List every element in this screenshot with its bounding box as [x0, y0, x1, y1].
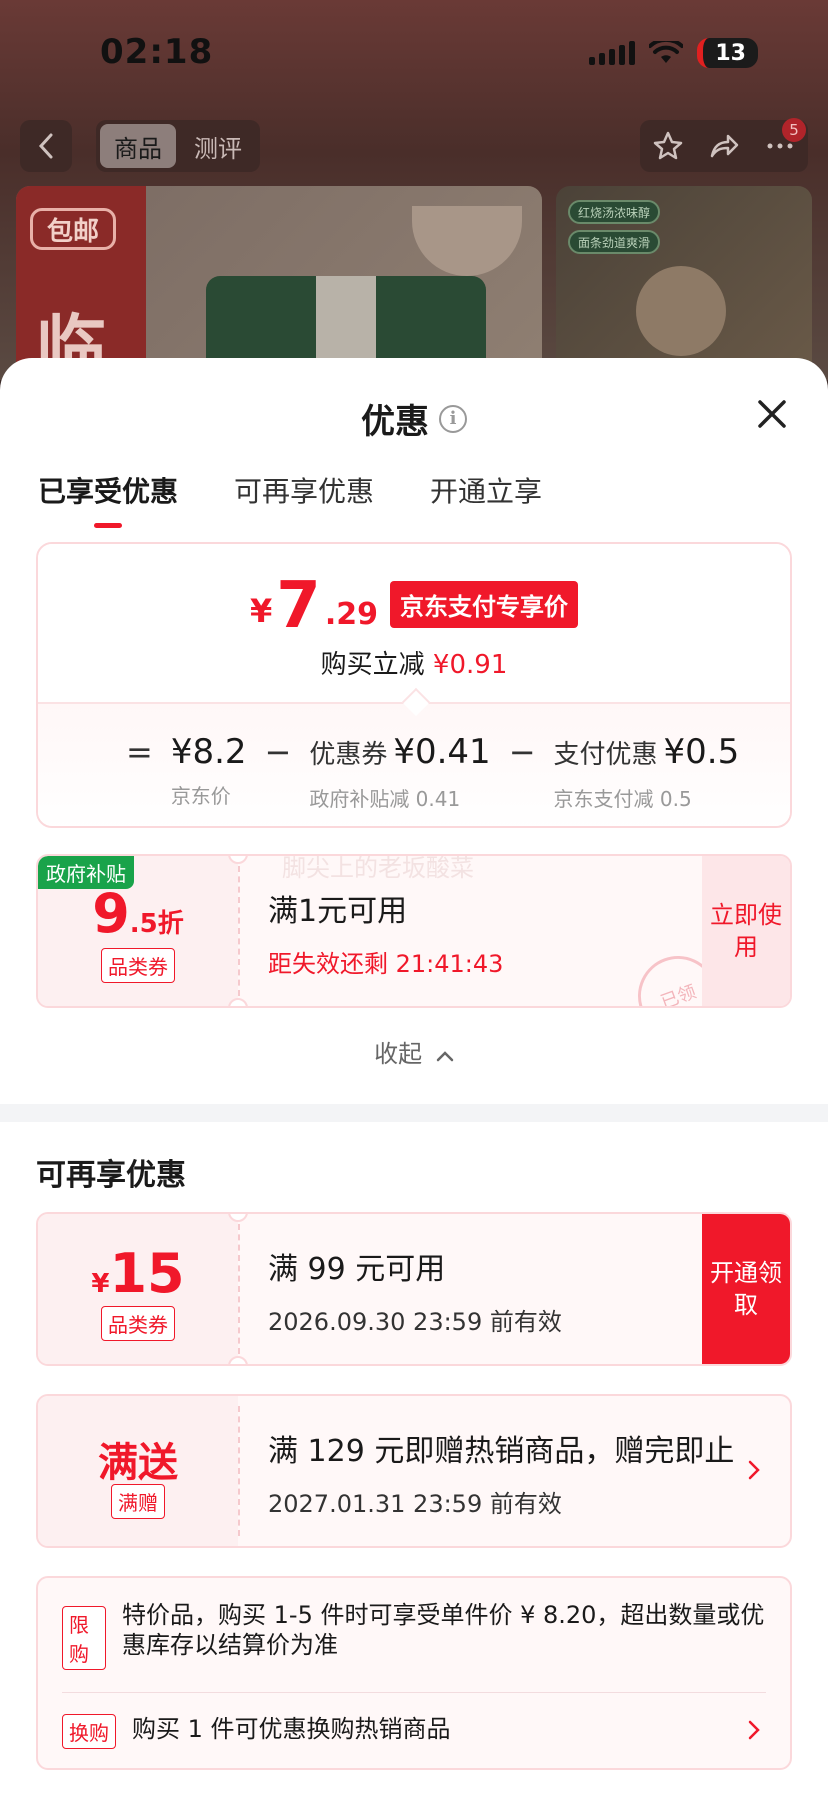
discount-sheet: 优惠 i 已享受优惠 可再享优惠 开通立享 ¥ 7 .29 京东支付专享价 购买… — [0, 358, 828, 1795]
feature-chip: 面条劲道爽滑 — [568, 230, 661, 254]
tab-product[interactable]: 商品 — [100, 124, 176, 168]
gift-title: 满送 — [98, 1440, 178, 1486]
model-person — [636, 266, 726, 356]
minus-sign: − — [508, 733, 536, 771]
price-integer: 7 — [276, 569, 321, 643]
tab-open-to-enjoy[interactable]: 开通立享 — [430, 470, 542, 528]
sheet-tabs: 已享受优惠 可再享优惠 开通立享 — [38, 470, 542, 528]
jd-pay-price-tag: 京东支付专享价 — [389, 581, 578, 628]
price-decimal: .29 — [324, 597, 378, 632]
breakdown-payment: 支付优惠 ¥0.5 京东支付减 0.5 — [554, 732, 740, 812]
top-nav-tabs: 商品 测评 — [96, 120, 260, 172]
coupon-label: 优惠券 — [309, 740, 388, 770]
price-breakdown: = ¥8.2 京东价 − 优惠券 ¥0.41 政府补贴减 0.41 − 支付优惠 ¥… — [126, 732, 739, 812]
payment-label: 支付优惠 — [553, 740, 658, 770]
chevron-right-icon — [748, 1460, 760, 1480]
signal-icon — [589, 41, 636, 65]
coupon-countdown: 距失效还剩 21:41:43 — [268, 950, 504, 978]
category-coupon-tag: 品类券 — [101, 948, 175, 983]
status-icons: 13 — [589, 38, 758, 68]
discount-value: 9.5折 — [38, 882, 238, 945]
rule-limit: 限购 特价品，购买 1-5 件时可享受单件价 ¥ 8.20，超出数量或优惠库存以… — [62, 1600, 766, 1670]
feature-chip: 红烧汤浓味醇 — [568, 200, 661, 224]
coupon-validity: 2026.09.30 23:59 前有效 — [268, 1308, 562, 1336]
payment-value: ¥0.5 — [663, 732, 740, 772]
breakdown-jd-price: ¥8.2 京东价 — [171, 732, 247, 809]
section-title: 可再享优惠 — [36, 1158, 186, 1193]
jd-price-value: ¥8.2 — [170, 732, 247, 772]
reduction-label: 购买立减 — [320, 650, 425, 680]
watermark-text: 脚尖上的老坂酸菜 — [282, 854, 474, 882]
rule-exchange[interactable]: 换购 购买 1 件可优惠换购热销商品 — [62, 1714, 766, 1749]
tab-enjoyed[interactable]: 已享受优惠 — [38, 470, 178, 528]
minus-sign: − — [264, 733, 292, 771]
collapse-label: 收起 — [374, 1040, 423, 1068]
collapse-button[interactable]: 收起 — [0, 1034, 828, 1069]
chevron-right-icon — [748, 1720, 760, 1740]
exchange-tag: 换购 — [62, 1714, 116, 1749]
status-time: 02:18 — [100, 32, 214, 72]
chevron-left-icon — [38, 133, 53, 159]
discount-big: 9 — [92, 882, 130, 945]
category-coupon-tag: 品类券 — [101, 1306, 175, 1341]
close-button[interactable] — [752, 394, 792, 434]
gift-condition: 满 129 元即赠热销商品，赠完即止 — [268, 1434, 735, 1469]
tab-more-available[interactable]: 可再享优惠 — [234, 470, 374, 528]
coupon-sub: 政府补贴减 0.41 — [309, 787, 461, 811]
background-product-page: 02:18 13 商品 测评 5 包邮 临 红烧汤浓味醇 面条劲道爽滑 — [0, 0, 828, 380]
price-summary-card: ¥ 7 .29 京东支付专享价 购买立减 ¥0.91 = ¥8.2 京东价 − … — [36, 542, 792, 828]
gift-validity: 2027.01.31 23:59 前有效 — [268, 1490, 562, 1518]
limit-tag: 限购 — [62, 1606, 107, 1670]
payment-sub: 京东支付减 0.5 — [553, 787, 692, 811]
equals-sign: = — [126, 733, 153, 771]
free-shipping-badge: 包邮 — [30, 208, 116, 250]
gift-promotion-card[interactable]: 满送 满赠 满 129 元即赠热销商品，赠完即止 2027.01.31 23:5… — [36, 1394, 792, 1548]
final-price: ¥ 7 .29 京东支付专享价 — [38, 574, 790, 638]
limit-text: 特价品，购买 1-5 件时可享受单件价 ¥ 8.20，超出数量或优惠库存以结算价… — [122, 1601, 765, 1659]
category-coupon-15: ¥15 品类券 满 99 元可用 2026.09.30 23:59 前有效 开通… — [36, 1212, 792, 1366]
coupon-condition: 满1元可用 — [268, 894, 408, 929]
exchange-text: 购买 1 件可优惠换购热销商品 — [132, 1715, 451, 1743]
star-icon[interactable] — [652, 130, 684, 162]
section-divider — [0, 1104, 828, 1122]
reduction-amount: ¥0.91 — [432, 650, 508, 680]
amount-value: 15 — [109, 1242, 185, 1305]
product-image-secondary[interactable]: 红烧汤浓味醇 面条劲道爽滑 — [556, 186, 812, 380]
sheet-header: 优惠 i — [0, 394, 828, 443]
back-button[interactable] — [20, 120, 72, 172]
wifi-icon — [649, 41, 684, 63]
gov-subsidy-coupon: 政府补贴 9.5折 品类券 脚尖上的老坂酸菜 满1元可用 距失效还剩 21:41… — [36, 854, 792, 1008]
tab-review[interactable]: 测评 — [180, 124, 256, 168]
message-badge: 5 — [782, 118, 806, 142]
share-icon[interactable] — [708, 130, 740, 162]
purchase-rules-card: 限购 特价品，购买 1-5 件时可享受单件价 ¥ 8.20，超出数量或优惠库存以… — [36, 1576, 792, 1770]
currency-symbol: ¥ — [250, 592, 273, 630]
gift-tag: 满赠 — [111, 1484, 165, 1519]
sheet-title: 优惠 — [361, 402, 429, 442]
chevron-up-icon — [436, 1051, 454, 1062]
coupon-value: ¥0.41 — [393, 732, 491, 772]
instant-reduction: 购买立减 ¥0.91 — [38, 644, 790, 681]
top-nav-actions: 5 — [640, 118, 808, 172]
currency-symbol: ¥ — [91, 1269, 110, 1299]
coupon-condition: 满 99 元可用 — [268, 1252, 446, 1287]
info-icon[interactable]: i — [439, 404, 467, 433]
jd-price-label: 京东价 — [170, 784, 231, 808]
discount-small: .5折 — [129, 909, 184, 939]
coupon-amount: ¥15 — [38, 1242, 238, 1305]
battery-indicator: 13 — [697, 38, 758, 68]
noodle-bowl — [412, 206, 522, 276]
product-image-main[interactable]: 包邮 临 — [16, 186, 542, 380]
breakdown-coupon: 优惠券 ¥0.41 政府补贴减 0.41 — [309, 732, 490, 812]
open-and-claim-button[interactable]: 开通领取 — [702, 1214, 790, 1364]
use-now-button[interactable]: 立即使用 — [702, 856, 790, 1006]
